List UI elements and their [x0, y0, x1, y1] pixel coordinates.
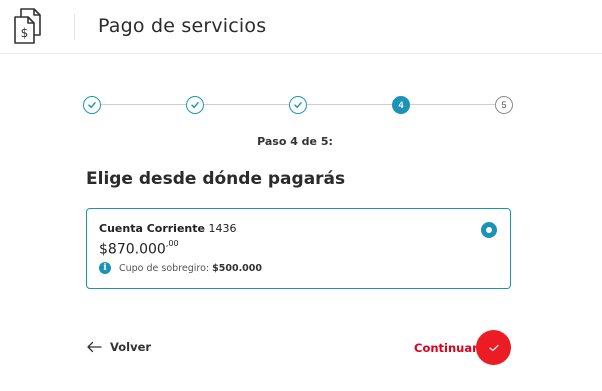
check-icon — [488, 344, 499, 351]
account-radio-selected[interactable] — [481, 222, 497, 238]
account-name-row: Cuenta Corriente 1436 — [99, 222, 236, 235]
info-icon: i — [99, 262, 111, 274]
account-number: 1436 — [208, 222, 237, 235]
arrow-left-icon — [87, 341, 102, 353]
step-label: Paso 4 de 5: — [257, 135, 333, 148]
step-3-done — [289, 96, 307, 114]
stepper-connector — [307, 104, 392, 105]
account-balance: $870.000,00 — [99, 239, 179, 258]
radio-dot — [486, 227, 492, 233]
balance-amount: $870.000 — [99, 241, 166, 258]
page-title: Pago de servicios — [98, 15, 267, 37]
step-1-done — [83, 96, 101, 114]
account-name: Cuenta Corriente — [99, 222, 205, 235]
progress-stepper: 4 5 — [83, 94, 513, 116]
check-icon — [88, 102, 96, 109]
overdraft-info: i Cupo de sobregiro: $500.000 — [99, 262, 262, 274]
section-title: Elige desde dónde pagarás — [86, 169, 346, 189]
account-option-card[interactable]: Cuenta Corriente 1436 $870.000,00 i Cupo… — [86, 208, 511, 289]
overdraft-value: $500.000 — [212, 262, 263, 274]
check-icon — [294, 102, 302, 109]
overdraft-label: Cupo de sobregiro: — [119, 262, 210, 274]
step-2-done — [186, 96, 204, 114]
svg-text:$: $ — [21, 26, 29, 40]
header-divider — [74, 14, 75, 40]
stepper-connector — [410, 104, 495, 105]
step-4-current: 4 — [392, 96, 410, 114]
continue-label[interactable]: Continuar — [414, 341, 478, 355]
check-icon — [191, 102, 199, 109]
continue-button[interactable] — [476, 330, 511, 365]
back-label: Volver — [110, 340, 152, 354]
back-button[interactable]: Volver — [86, 340, 151, 354]
document-dollar-icon: $ — [14, 8, 41, 44]
app-header: $ Pago de servicios — [0, 0, 602, 54]
step-5-pending: 5 — [495, 96, 513, 114]
balance-cents: ,00 — [165, 239, 179, 248]
stepper-connector — [204, 104, 289, 105]
stepper-connector — [101, 104, 186, 105]
